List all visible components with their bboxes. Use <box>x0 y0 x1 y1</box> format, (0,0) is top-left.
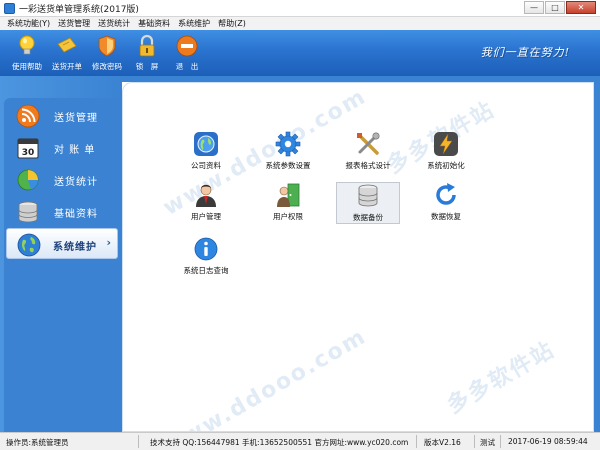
globe-icon <box>17 233 41 257</box>
lock-screen-label: 锁 屏 <box>135 62 159 71</box>
tile-label: 用户权限 <box>273 212 303 221</box>
lightning-icon <box>434 132 458 156</box>
lock-icon <box>139 34 155 57</box>
sidebar-item-label: 送货管理 <box>54 113 98 124</box>
lock-screen-button[interactable]: 锁 屏 <box>126 34 168 74</box>
user-icon <box>196 184 216 207</box>
menu-bar: 系统功能(Y) 送货管理 送货统计 基础资料 系统维护 帮助(Z) <box>0 17 600 30</box>
exit-button[interactable]: 退 出 <box>166 34 208 74</box>
version-info: 版本V2.16 <box>424 438 461 447</box>
operator-status: 操作员:系统管理员 <box>6 438 69 447</box>
change-password-button[interactable]: 修改密码 <box>86 34 128 74</box>
globe-icon <box>194 132 218 156</box>
menu-delivery-management[interactable]: 送货管理 <box>54 18 94 29</box>
app-icon <box>4 3 15 14</box>
tile-system-log[interactable]: 系统日志查询 <box>174 236 238 278</box>
minimize-button[interactable]: — <box>524 1 544 14</box>
status-bar: 操作员:系统管理员 技术支持 QQ:156447981 手机:136525005… <box>0 432 600 450</box>
exit-icon <box>176 35 198 57</box>
menu-help[interactable]: 帮助(Z) <box>214 18 250 29</box>
sidebar-item-label: 基础资料 <box>54 209 98 220</box>
gear-icon <box>275 131 301 157</box>
help-button[interactable]: 使用帮助 <box>6 34 48 74</box>
tile-label: 系统参数设置 <box>265 161 311 170</box>
menu-basic-data[interactable]: 基础资料 <box>134 18 174 29</box>
tile-system-init[interactable]: 系统初始化 <box>414 131 478 173</box>
tile-label: 用户管理 <box>191 212 221 221</box>
database-icon <box>18 201 38 223</box>
close-button[interactable]: ✕ <box>566 1 596 14</box>
tools-icon <box>357 132 380 155</box>
menu-system-maintenance[interactable]: 系统维护 <box>174 18 214 29</box>
status-divider <box>474 435 475 448</box>
tile-label: 报表格式设计 <box>345 161 391 170</box>
database-icon <box>358 184 378 207</box>
tile-report-design[interactable]: 报表格式设计 <box>336 131 400 173</box>
slogan: 我们一直在努力! <box>480 46 570 59</box>
exit-label: 退 出 <box>175 62 199 71</box>
sidebar-item-system-maintenance[interactable]: 系统维护 › <box>6 228 118 259</box>
maximize-button[interactable]: □ <box>545 1 565 14</box>
status-divider <box>416 435 417 448</box>
sidebar-item-label: 对 账 单 <box>54 145 96 156</box>
bulb-icon <box>19 35 35 55</box>
user-door-icon <box>277 183 300 207</box>
sidebar-item-label: 系统维护 <box>53 242 97 253</box>
sidebar: 送货管理 30 对 账 单 送货统计 基础资料 系统维护 › <box>0 76 122 432</box>
menu-system-functions[interactable]: 系统功能(Y) <box>3 18 54 29</box>
info-icon <box>194 237 218 261</box>
tile-label: 系统初始化 <box>427 161 465 170</box>
support-info: 技术支持 QQ:156447981 手机:13652500551 官方网址:ww… <box>150 438 409 447</box>
svg-text:30: 30 <box>22 148 35 158</box>
change-password-label: 修改密码 <box>92 62 122 71</box>
datetime-info: 2017-06-19 08:59:44 <box>508 437 588 446</box>
mode-info: 测试 <box>480 438 495 447</box>
sidebar-item-statement[interactable]: 30 对 账 单 <box>6 132 118 163</box>
chevron-right-icon: › <box>106 236 111 249</box>
tile-user-management[interactable]: 用户管理 <box>174 182 238 224</box>
ticket-icon <box>57 37 77 53</box>
tile-data-backup[interactable]: 数据备份 <box>336 182 400 224</box>
sidebar-item-basic-data[interactable]: 基础资料 <box>6 196 118 227</box>
calendar-icon: 30 <box>17 138 39 159</box>
sidebar-item-delivery-management[interactable]: 送货管理 <box>6 100 118 131</box>
tile-system-parameters[interactable]: 系统参数设置 <box>256 131 320 173</box>
tile-label: 公司资料 <box>191 161 221 170</box>
help-label: 使用帮助 <box>12 62 42 71</box>
toolbar: 使用帮助 送货开单 修改密码 锁 屏 退 出 我们一直在努力! <box>0 30 600 76</box>
pie-chart-icon <box>17 169 39 191</box>
status-divider <box>138 435 139 448</box>
sidebar-item-delivery-statistics[interactable]: 送货统计 <box>6 164 118 195</box>
tile-label: 系统日志查询 <box>183 266 229 275</box>
new-delivery-label: 送货开单 <box>52 62 82 71</box>
tile-company-info[interactable]: 公司资料 <box>174 131 238 173</box>
tile-user-permissions[interactable]: 用户权限 <box>256 182 320 224</box>
shield-icon <box>98 35 116 57</box>
frame-right <box>594 76 600 432</box>
rss-icon <box>16 104 40 128</box>
window-title: 一彩送货单管理系统(2017版) <box>19 5 139 15</box>
menu-delivery-statistics[interactable]: 送货统计 <box>94 18 134 29</box>
tile-label: 数据恢复 <box>431 212 461 221</box>
new-delivery-button[interactable]: 送货开单 <box>46 34 88 74</box>
title-bar: 一彩送货单管理系统(2017版) — □ ✕ <box>0 0 600 17</box>
sidebar-item-label: 送货统计 <box>54 177 98 188</box>
refresh-icon <box>436 183 456 205</box>
tile-data-restore[interactable]: 数据恢复 <box>414 182 478 224</box>
status-divider <box>500 435 501 448</box>
tile-label: 数据备份 <box>353 213 383 222</box>
window-controls: — □ ✕ <box>524 1 596 14</box>
